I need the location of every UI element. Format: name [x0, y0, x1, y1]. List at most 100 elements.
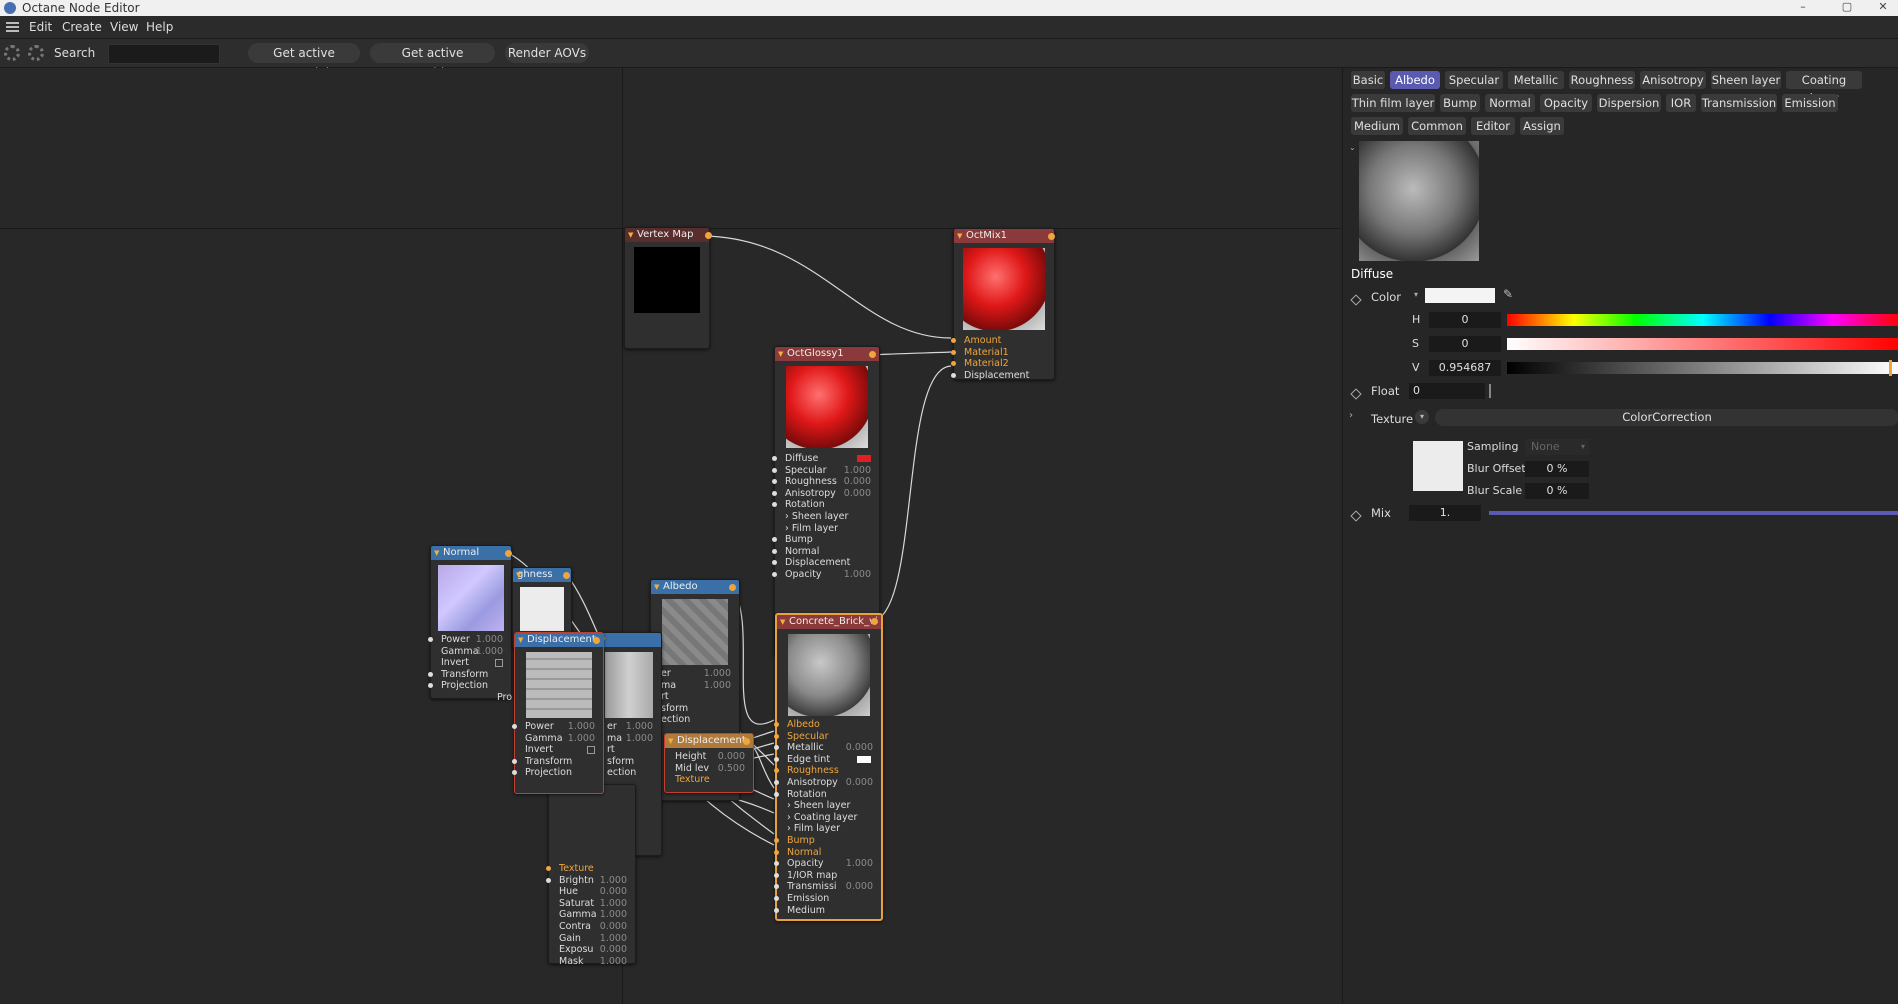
invert-checkbox[interactable] [495, 659, 503, 668]
settings-gear-icon-2[interactable] [28, 45, 44, 61]
port-film-layer[interactable]: › Film layer [775, 523, 879, 535]
keyframe-diamond-icon[interactable] [1350, 510, 1362, 522]
port-gain[interactable]: Gain 1.000 [549, 933, 635, 945]
output-port[interactable] [593, 637, 600, 644]
tab-dispersion[interactable]: Dispersion [1597, 94, 1661, 112]
output-port[interactable] [505, 550, 512, 557]
port-specular[interactable]: Specular 1.000 [772, 465, 879, 477]
minimize-button[interactable]: – [1788, 0, 1818, 16]
menu-view[interactable]: View [110, 20, 138, 34]
port-specular[interactable]: Specular [774, 731, 881, 743]
port-normal[interactable]: Normal [774, 847, 881, 859]
output-port[interactable] [1048, 233, 1055, 240]
hue-field[interactable]: 0 [1429, 312, 1501, 328]
port-gamma[interactable]: Gamma 1.000 [549, 909, 635, 921]
node-color-correction[interactable]: Texture Brightn 1.000 Hue 0.000 Saturat 1.0… [546, 784, 636, 967]
port-transform[interactable]: Transform [428, 669, 511, 681]
hue-slider[interactable] [1507, 314, 1898, 326]
port-material2[interactable]: Material2 [951, 358, 1054, 370]
port-medium[interactable]: Medium [774, 905, 881, 917]
port-film-layer[interactable]: › Film layer [777, 823, 881, 835]
node-concrete-brick-material[interactable]: Concrete_Brick_vi Albedo Specular Metall… [774, 613, 883, 921]
tab-anisotropy[interactable]: Anisotropy [1640, 71, 1706, 89]
invert-checkbox[interactable] [587, 746, 595, 755]
port-transform[interactable]: sform [651, 703, 739, 715]
chevron-down-icon[interactable]: ▾ [1414, 290, 1418, 299]
port-rotation[interactable]: Rotation [772, 499, 879, 511]
node-displacement[interactable]: Displacement Height0.000 Mid lev0.500 Te… [664, 733, 754, 793]
output-port[interactable] [871, 618, 878, 625]
tab-coating-layer[interactable]: Coating layer [1786, 71, 1862, 105]
port-projection[interactable]: Projection [512, 767, 603, 779]
tab-bump[interactable]: Bump [1440, 94, 1480, 112]
port-opacity[interactable]: Opacity 1.000 [774, 858, 881, 870]
value-slider[interactable] [1507, 362, 1898, 374]
output-port[interactable] [563, 572, 570, 579]
port-exposure[interactable]: Exposu 0.000 [549, 944, 635, 956]
expand-chevron-icon[interactable]: › [1349, 410, 1353, 421]
port-mask[interactable]: Mask 1.000 [549, 956, 635, 968]
port-roughness[interactable]: Roughness 0.000 [772, 476, 879, 488]
mix-field[interactable]: 1. [1409, 505, 1481, 521]
port-metallic[interactable]: Metallic 0.000 [774, 742, 881, 754]
port-projection[interactable]: Projection [428, 680, 511, 692]
node-displacement-texture[interactable]: Displacement Power1.000 Gamma1.000 Inver… [512, 632, 604, 794]
tab-roughness[interactable]: Roughness [1569, 71, 1635, 89]
settings-gear-icon[interactable] [4, 45, 20, 61]
port-brightness[interactable]: Brightn 1.000 [546, 875, 635, 887]
node-vertex-map[interactable]: Vertex Map [624, 227, 712, 349]
node-octmix[interactable]: OctMix1 Amount Material1 Material2 Displ… [951, 228, 1055, 382]
close-button[interactable]: ✕ [1868, 0, 1898, 16]
port-anisotropy[interactable]: Anisotropy 0.000 [774, 777, 881, 789]
tab-basic[interactable]: Basic [1351, 71, 1385, 89]
value-field[interactable]: 0.954687 [1429, 360, 1501, 376]
node-canvas[interactable]: Vertex Map OctMix1 Amount Material1 Mate… [0, 68, 1340, 1004]
output-port[interactable] [705, 232, 712, 239]
port-amount[interactable]: Amount [951, 335, 1054, 347]
port-invert[interactable]: Invert [515, 744, 603, 756]
port-mid-level[interactable]: Mid lev 0.500 [665, 763, 753, 775]
port-rotation[interactable]: Rotation [774, 789, 881, 801]
port-gamma[interactable]: ma 1.000 [651, 680, 739, 692]
node-normal-texture[interactable]: Normal Power1.000 Gamma1.000 Invert Tran… [428, 545, 512, 703]
output-port[interactable] [729, 584, 736, 591]
port-projection[interactable]: ection [597, 767, 661, 779]
blur-offset-field[interactable]: 0 % [1525, 461, 1589, 477]
hamburger-icon[interactable] [6, 22, 19, 32]
port-coating-layer[interactable]: › Coating layer [777, 812, 881, 824]
sampling-select[interactable]: None ▾ [1525, 439, 1589, 455]
collapse-chevron-icon[interactable]: ⌄ [1349, 143, 1356, 152]
port-projection-2[interactable]: Pro [431, 692, 512, 704]
get-active-material-button[interactable]: Get active material [248, 43, 360, 80]
port-displacement[interactable]: Displacement [951, 370, 1054, 382]
port-roughness[interactable]: Roughness [774, 765, 881, 777]
menu-create[interactable]: Create [62, 20, 102, 34]
tab-emission[interactable]: Emission [1782, 94, 1838, 112]
port-transform[interactable]: sform [597, 756, 661, 768]
tab-sheen-layer[interactable]: Sheen layer [1711, 71, 1781, 89]
port-gamma[interactable]: ma 1.000 [597, 733, 661, 745]
port-bump[interactable]: Bump [772, 534, 879, 546]
port-anisotropy[interactable]: Anisotropy 0.000 [772, 488, 879, 500]
port-sheen-layer[interactable]: › Sheen layer [777, 800, 881, 812]
tab-transmission[interactable]: Transmission [1701, 94, 1777, 112]
port-texture[interactable]: Texture [546, 863, 635, 875]
saturation-field[interactable]: 0 [1429, 336, 1501, 352]
port-opacity[interactable]: Opacity 1.000 [772, 569, 879, 581]
maximize-button[interactable]: ▢ [1832, 0, 1862, 16]
output-port[interactable] [869, 351, 876, 358]
tab-assign[interactable]: Assign [1520, 117, 1564, 135]
get-active-tag-button[interactable]: Get active tag/object [370, 43, 495, 80]
float-slider-handle[interactable] [1489, 384, 1491, 398]
node-octglossy[interactable]: OctGlossy1 Diffuse Specular1.000 Roughne… [772, 346, 880, 656]
tab-ior[interactable]: IOR [1666, 94, 1696, 112]
output-port[interactable] [743, 738, 750, 745]
port-albedo[interactable]: Albedo [774, 719, 881, 731]
port-power[interactable]: Power 1.000 [512, 721, 603, 733]
port-power[interactable]: Power 1.000 [428, 634, 511, 646]
port-displacement[interactable]: Displacement [772, 557, 879, 569]
port-power[interactable]: er 1.000 [651, 668, 739, 680]
blur-scale-field[interactable]: 0 % [1525, 483, 1589, 499]
keyframe-diamond-icon[interactable] [1350, 388, 1362, 400]
tab-albedo[interactable]: Albedo [1390, 71, 1440, 89]
